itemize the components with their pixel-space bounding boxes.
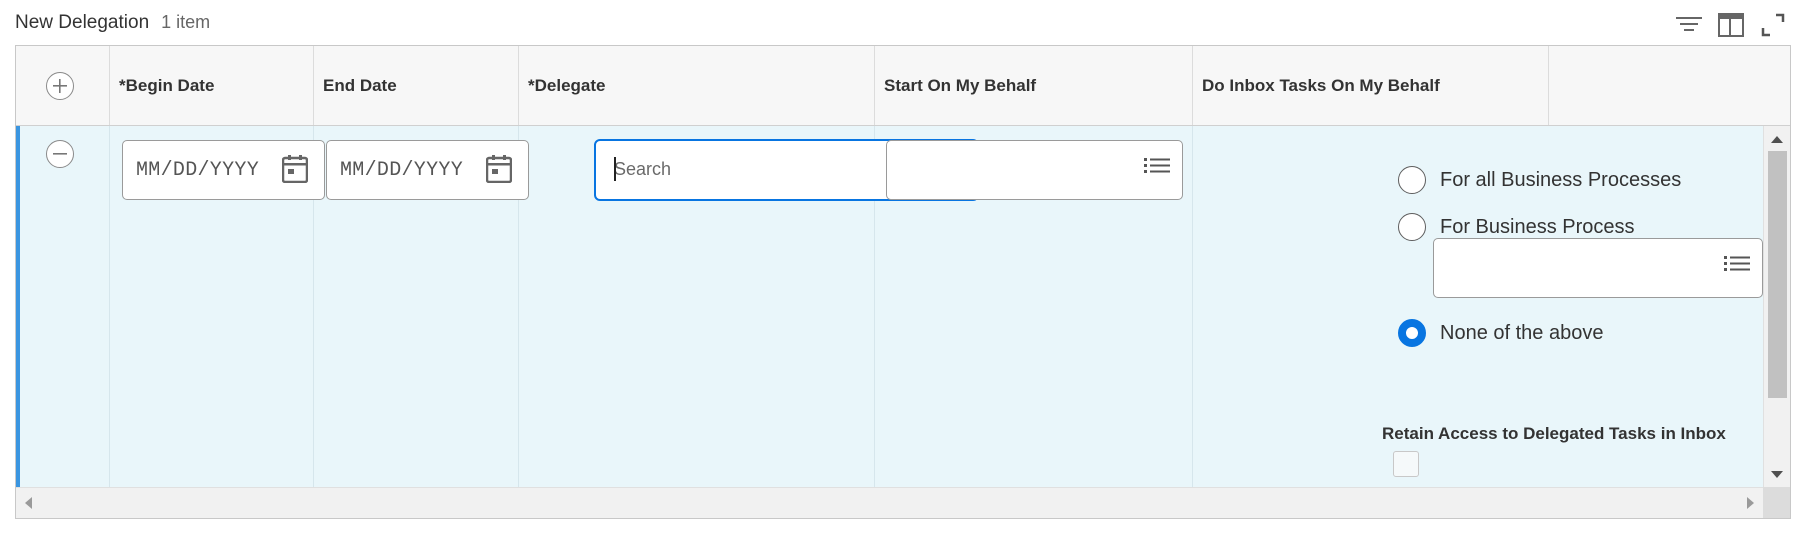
vertical-scrollbar[interactable] bbox=[1763, 126, 1790, 488]
list-prompt-icon[interactable] bbox=[1144, 157, 1170, 179]
calendar-icon[interactable] bbox=[486, 155, 512, 183]
column-header-start-on-my-behalf[interactable]: Start On My Behalf bbox=[875, 46, 1193, 125]
retain-access-checkbox[interactable] bbox=[1393, 451, 1419, 477]
vertical-scroll-thumb[interactable] bbox=[1768, 151, 1787, 398]
scrollbar-header-cap bbox=[1763, 46, 1790, 126]
delegation-grid: *Begin Date End Date *Delegate Start On … bbox=[15, 45, 1791, 519]
scroll-up-arrow-icon[interactable] bbox=[1771, 136, 1783, 143]
table-row: MM/DD/YYYY MM/DD/YYYY For all Business P… bbox=[16, 126, 1763, 488]
delegate-search-input[interactable] bbox=[614, 155, 914, 183]
list-prompt-icon[interactable] bbox=[1724, 255, 1750, 277]
begin-date-input[interactable]: MM/DD/YYYY bbox=[122, 140, 325, 200]
scroll-right-arrow-icon[interactable] bbox=[1747, 497, 1754, 509]
plus-icon bbox=[52, 78, 67, 93]
start-on-behalf-cell bbox=[875, 126, 1193, 488]
radio-none-of-the-above[interactable]: None of the above bbox=[1398, 319, 1603, 347]
grid-toolbar bbox=[1674, 10, 1788, 40]
end-date-placeholder: MM/DD/YYYY bbox=[340, 158, 464, 182]
radio-business-process[interactable]: For Business Process bbox=[1398, 213, 1635, 241]
grid-header: New Delegation 1 item bbox=[15, 12, 210, 40]
columns-icon[interactable] bbox=[1716, 10, 1746, 40]
filter-icon[interactable] bbox=[1674, 10, 1704, 40]
minus-icon bbox=[53, 153, 67, 155]
scroll-down-arrow-icon[interactable] bbox=[1771, 471, 1783, 478]
horizontal-scrollbar[interactable] bbox=[16, 487, 1790, 518]
scrollbar-corner bbox=[1763, 487, 1790, 518]
row-action-cell bbox=[16, 126, 110, 488]
radio-label: For Business Process bbox=[1440, 215, 1635, 238]
radio-button-selected[interactable] bbox=[1398, 319, 1426, 347]
end-date-cell: MM/DD/YYYY bbox=[314, 126, 529, 488]
radio-label: None of the above bbox=[1440, 321, 1604, 344]
retain-access-label: Retain Access to Delegated Tasks in Inbo… bbox=[1382, 424, 1726, 443]
column-header-inbox-tasks[interactable]: Do Inbox Tasks On My Behalf bbox=[1193, 46, 1549, 125]
radio-button[interactable] bbox=[1398, 166, 1426, 194]
text-cursor bbox=[614, 157, 616, 181]
radio-label: For all Business Processes bbox=[1440, 168, 1682, 191]
add-row-button[interactable] bbox=[45, 71, 74, 100]
calendar-icon[interactable] bbox=[282, 155, 308, 183]
column-header-begin-date[interactable]: *Begin Date bbox=[110, 46, 314, 125]
radio-all-business-processes[interactable]: For all Business Processes bbox=[1398, 166, 1681, 194]
grid-column-headers: *Begin Date End Date *Delegate Start On … bbox=[16, 46, 1763, 126]
grid-title: New Delegation bbox=[15, 12, 150, 33]
start-on-behalf-prompt[interactable] bbox=[886, 140, 1183, 200]
fullscreen-icon[interactable] bbox=[1758, 10, 1788, 40]
column-header-delegate[interactable]: *Delegate bbox=[519, 46, 875, 125]
begin-date-placeholder: MM/DD/YYYY bbox=[136, 158, 260, 182]
scroll-left-arrow-icon[interactable] bbox=[25, 497, 32, 509]
end-date-input[interactable]: MM/DD/YYYY bbox=[326, 140, 529, 200]
column-header-end-date[interactable]: End Date bbox=[314, 46, 519, 125]
radio-button[interactable] bbox=[1398, 213, 1426, 241]
begin-date-cell: MM/DD/YYYY bbox=[110, 126, 325, 488]
add-row-header-cell bbox=[16, 46, 110, 125]
remove-row-button[interactable] bbox=[46, 140, 74, 168]
business-process-prompt[interactable] bbox=[1433, 238, 1763, 298]
item-count: 1 item bbox=[161, 12, 211, 32]
